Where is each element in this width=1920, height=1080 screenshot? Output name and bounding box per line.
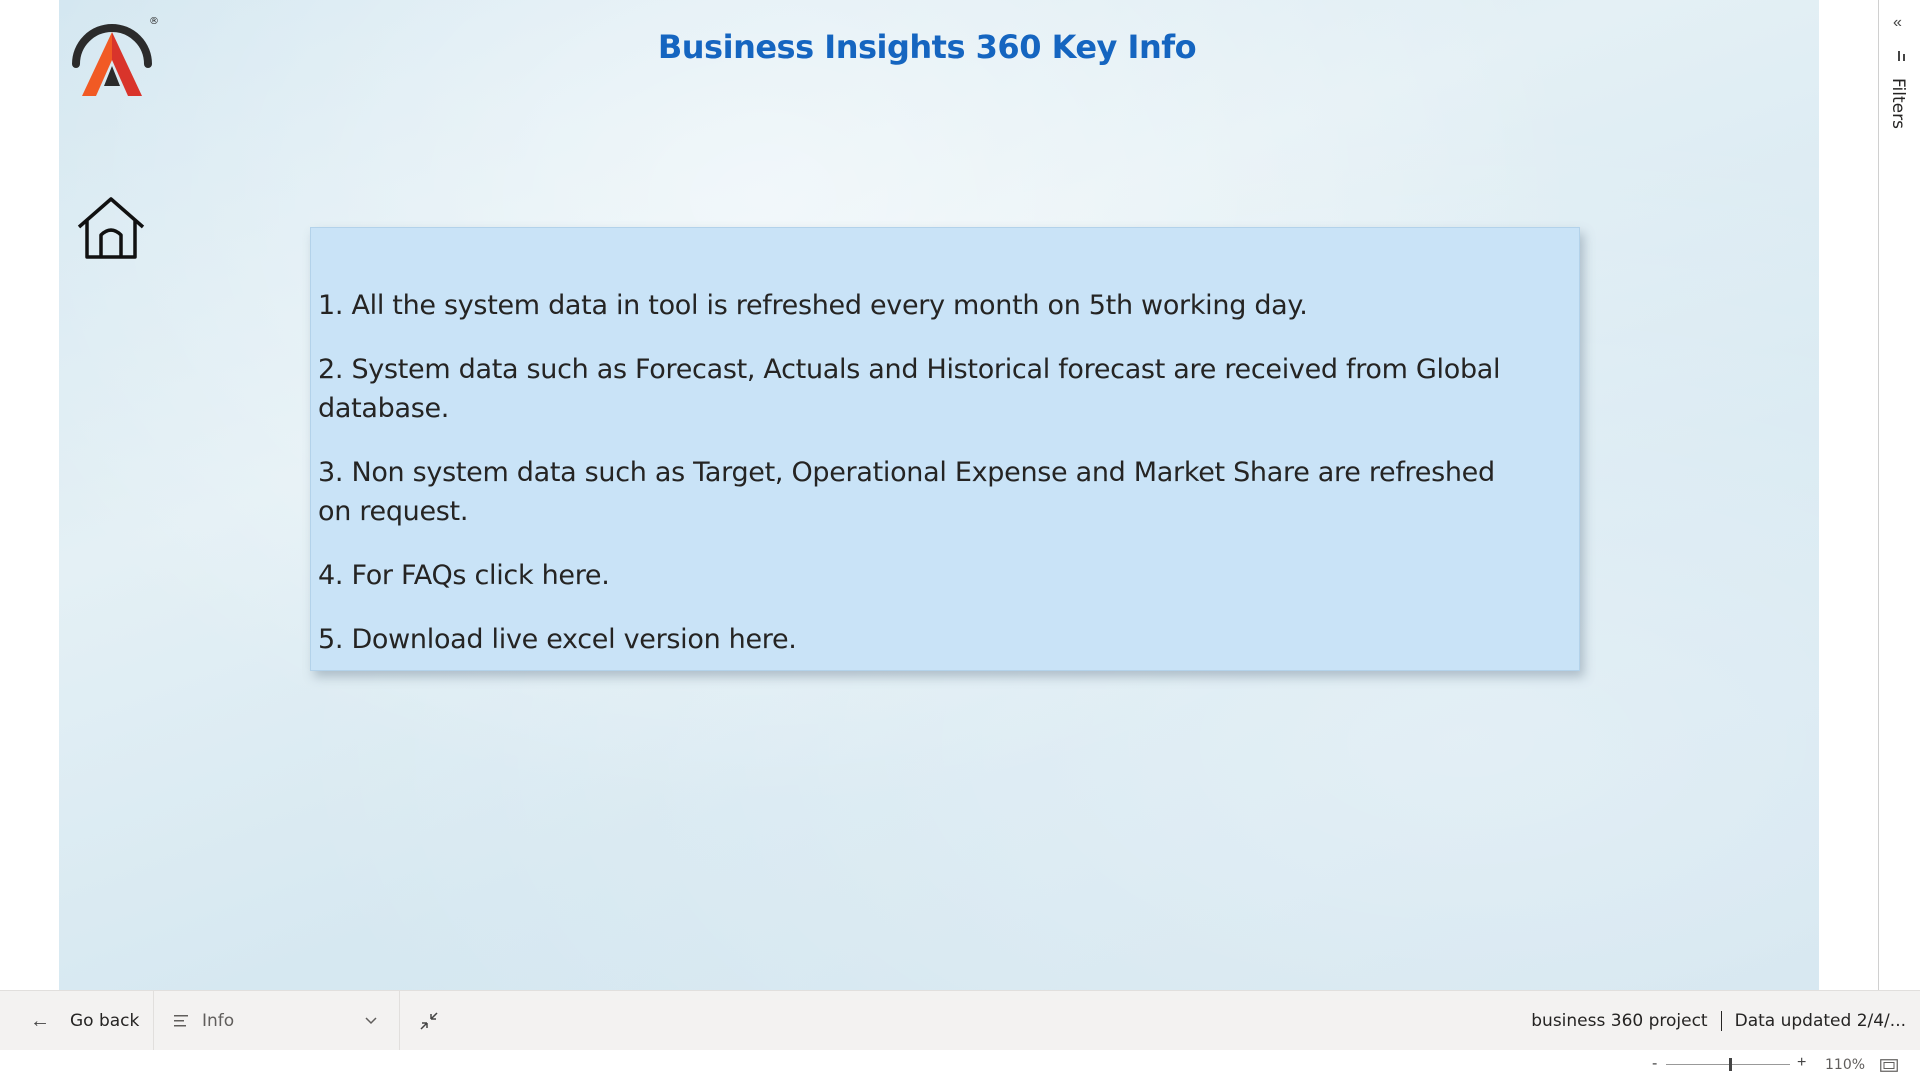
fit-to-page-icon[interactable]	[1880, 1059, 1898, 1072]
double-chevron-left-icon[interactable]: «	[1893, 14, 1902, 32]
chevron-down-icon	[365, 1017, 377, 1025]
info-item-system-data: 2. System data such as Forecast, Actuals…	[318, 354, 1501, 424]
list-icon	[174, 1015, 188, 1027]
report-canvas: ® Business Insights 360 Key Info 1. All …	[59, 0, 1819, 990]
page-selector-value: Info	[202, 1011, 235, 1031]
page-selector-dropdown[interactable]: Info	[154, 991, 400, 1051]
zoom-in-button[interactable]: +	[1797, 1054, 1806, 1072]
go-back-button[interactable]: ← Go back	[0, 991, 154, 1051]
svg-text:®: ®	[149, 16, 158, 27]
filters-label[interactable]: Filters	[1888, 78, 1908, 129]
info-item-non-system-data: 3. Non system data such as Target, Opera…	[318, 457, 1495, 527]
collapse-arrows-icon[interactable]	[418, 1010, 440, 1032]
status-divider	[1720, 1011, 1722, 1031]
home-icon[interactable]	[75, 195, 147, 261]
page-title: Business Insights 360 Key Info	[657, 28, 1197, 66]
project-name: business 360 project	[1531, 1011, 1708, 1031]
info-item-refresh: 1. All the system data in tool is refres…	[318, 290, 1308, 321]
zoom-value: 110%	[1825, 1057, 1866, 1073]
zoom-bar: - + 110%	[0, 1050, 1920, 1080]
bottom-navigation-bar: ← Go back Info business 360 project Data…	[0, 990, 1920, 1051]
filters-pane: « Filters	[1878, 0, 1920, 990]
status-area: business 360 project Data updated 2/4/..…	[1531, 991, 1906, 1051]
key-info-card: 1. All the system data in tool is refres…	[310, 227, 1580, 671]
filter-icon	[1898, 51, 1905, 61]
go-back-label: Go back	[70, 1011, 140, 1031]
download-excel-link[interactable]: 5. Download live excel version here.	[318, 620, 1519, 659]
arrow-left-icon: ←	[30, 1009, 50, 1032]
faq-link[interactable]: 4. For FAQs click here.	[318, 556, 1519, 595]
zoom-slider-track[interactable]	[1666, 1064, 1790, 1065]
zoom-out-button[interactable]: -	[1652, 1055, 1657, 1073]
data-updated-text: Data updated 2/4/...	[1734, 1011, 1906, 1031]
zoom-slider-thumb[interactable]	[1729, 1058, 1732, 1071]
